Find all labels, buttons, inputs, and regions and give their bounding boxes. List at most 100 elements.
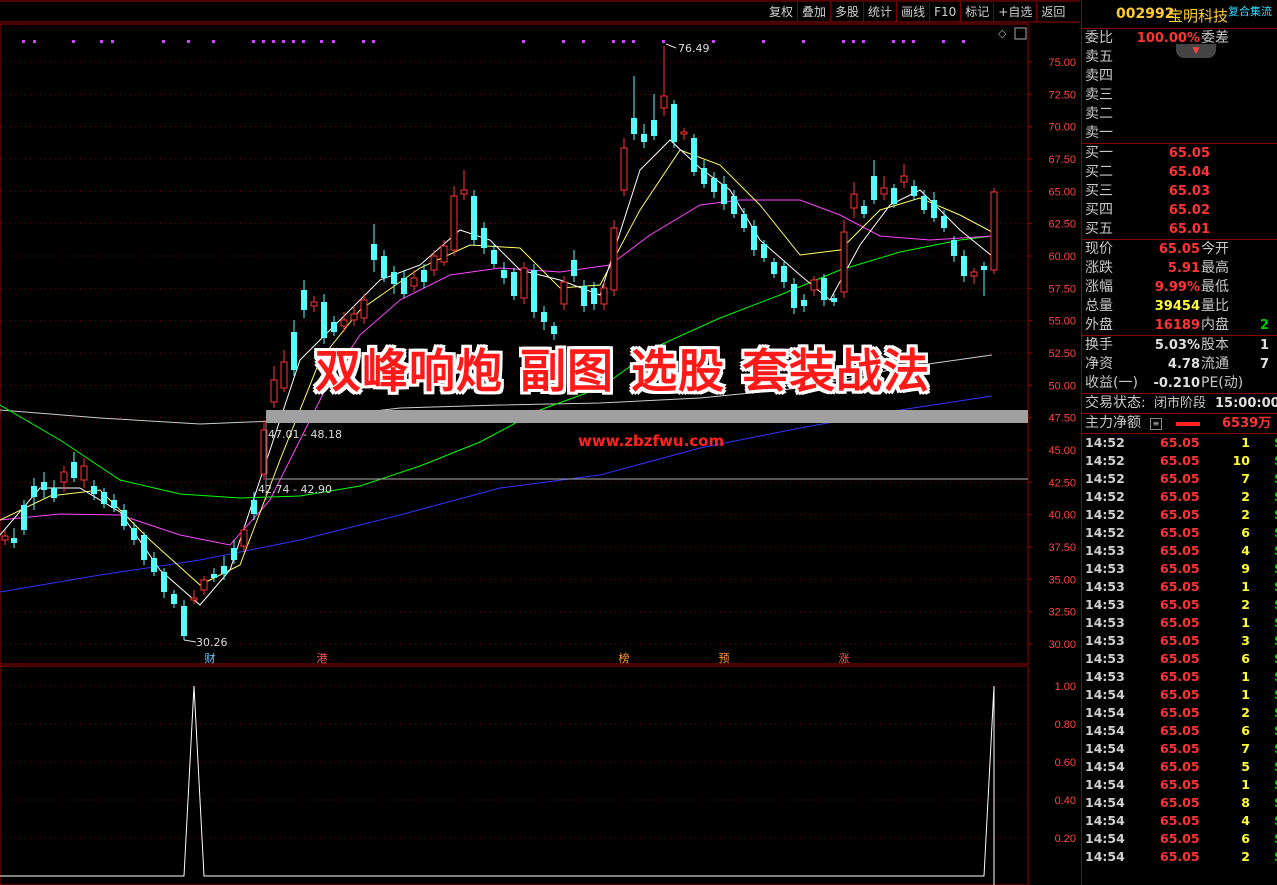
- stock-concept-tag[interactable]: 复合集流: [1228, 3, 1272, 19]
- toolbar-button-4[interactable]: 画线: [896, 2, 929, 22]
- trade-price: 65.05: [1160, 741, 1200, 756]
- buy-level-price: 65.04: [1168, 165, 1210, 180]
- toolbar-button-3[interactable]: 统计: [863, 2, 896, 22]
- sell-level-label: 卖一: [1085, 125, 1113, 141]
- collapse-arrow-button[interactable]: ▼: [1176, 44, 1216, 58]
- toolbar-button-5[interactable]: F10: [929, 2, 960, 22]
- tick-trade-row: 14:53 65.05 1 S: [1082, 614, 1277, 632]
- toolbar-button-1[interactable]: 叠加: [797, 2, 830, 22]
- candle-body-down: [511, 272, 517, 296]
- signal-dot: [111, 40, 114, 43]
- trade-volume: 1: [1241, 669, 1250, 684]
- candle-body-down: [161, 572, 167, 592]
- buy-level-label: 买一: [1085, 145, 1113, 161]
- fund-label: 净资: [1085, 356, 1113, 372]
- tick-trade-row: 14:54 65.05 2 S: [1082, 848, 1277, 866]
- trade-time: 14:54: [1085, 795, 1125, 810]
- trade-volume: 2: [1241, 597, 1250, 612]
- price-tick-label: 40.00: [1048, 510, 1076, 522]
- stock-header[interactable]: 002992 宝明科技 复合集流: [1082, 0, 1277, 29]
- tick-trade-row: 14:53 65.05 2 S: [1082, 596, 1277, 614]
- tick-trade-row: 14:52 65.05 10 S: [1082, 452, 1277, 470]
- candle-body-down: [111, 500, 117, 508]
- candle-body-up: [840, 231, 848, 293]
- candle-body-up: [460, 189, 468, 195]
- weibi-label: 委比: [1085, 30, 1113, 46]
- candle-body-up: [430, 255, 438, 271]
- price-tick-label: 62.50: [1048, 219, 1076, 231]
- quote-stats: 现价 65.05 今开 涨跌 5.91 最高 涨幅 9.99% 最低 总量 39…: [1082, 240, 1277, 336]
- trade-price: 65.05: [1160, 633, 1200, 648]
- candle-body-down: [101, 492, 107, 504]
- candle-body-down: [871, 176, 877, 200]
- tick-trade-row: 14:52 65.05 2 S: [1082, 506, 1277, 524]
- sub-chart-frame: [0, 665, 1029, 885]
- toolbar-button-2[interactable]: 多股: [830, 2, 863, 22]
- candle-body-down: [691, 138, 697, 172]
- candle-body-down: [401, 278, 407, 294]
- signal-dot: [302, 40, 305, 43]
- tick-trade-row: 14:54 65.05 4 S: [1082, 812, 1277, 830]
- zone-label-2: 42.74 - 42.90: [258, 483, 332, 496]
- main-flow-row[interactable]: 主力净额 ≡ 6539万: [1082, 414, 1277, 434]
- toolbar-button-7[interactable]: +自选: [993, 2, 1036, 22]
- toolbar-button-0[interactable]: 复权: [765, 2, 797, 22]
- sub-tick-label: 1.00: [1055, 681, 1076, 693]
- trade-volume: 2: [1241, 705, 1250, 720]
- price-tick-label: 45.00: [1048, 445, 1076, 457]
- sub-tick-label: 0.60: [1055, 757, 1076, 769]
- price-tick-label: 37.50: [1048, 542, 1076, 554]
- buy-level-price: 65.01: [1168, 222, 1210, 237]
- toolbar-button-8[interactable]: 返回: [1036, 2, 1069, 22]
- tick-trade-row: 14:53 65.05 4 S: [1082, 542, 1277, 560]
- candle-body-down: [961, 256, 967, 276]
- price-tick-label: 47.50: [1048, 413, 1076, 425]
- quote-label-2: 量比: [1201, 298, 1229, 314]
- trade-time: 14:52: [1085, 435, 1125, 450]
- buy-level-row: 买四 65.02: [1082, 201, 1277, 220]
- quote-row: 涨跌 5.91 最高: [1082, 259, 1277, 278]
- signal-dot: [622, 40, 625, 43]
- signal-dot: [162, 40, 165, 43]
- candle-body-down: [891, 188, 897, 204]
- main-flow-label: 主力净额: [1085, 415, 1141, 431]
- trade-time: 14:54: [1085, 777, 1125, 792]
- candle-body-down: [11, 538, 17, 543]
- candle-body-down: [321, 302, 327, 338]
- sell-level-label: 卖五: [1085, 49, 1113, 65]
- candle-body-up: [240, 529, 248, 547]
- trade-price: 65.05: [1160, 597, 1200, 612]
- candle-body-down: [131, 528, 137, 540]
- quote-value-2: 2: [1260, 318, 1270, 333]
- settings-icon: [1014, 27, 1027, 40]
- watermark-url: www.zbzfwu.com: [578, 432, 725, 450]
- candle-body-up: [1, 535, 9, 541]
- trade-price: 65.05: [1160, 687, 1200, 702]
- tick-trade-row: 14:54 65.05 6 S: [1082, 722, 1277, 740]
- quote-row: 外盘 16189 内盘 2: [1082, 316, 1277, 335]
- price-tick-label: 57.50: [1048, 283, 1076, 295]
- price-tick-label: 70.00: [1048, 122, 1076, 134]
- tick-trade-row: 14:54 65.05 2 S: [1082, 704, 1277, 722]
- candle-body-up: [190, 597, 198, 601]
- buy-level-row: 买五 65.01: [1082, 220, 1277, 239]
- signal-dot: [912, 40, 915, 43]
- tick-trades-list[interactable]: 14:52 65.05 1 S14:52 65.05 10 S14:52 65.…: [1082, 434, 1277, 866]
- signal-dot: [902, 40, 905, 43]
- candle-body-down: [781, 266, 787, 282]
- candle-body-up: [440, 245, 448, 263]
- toolbar-button-6[interactable]: 标记: [960, 2, 993, 22]
- trade-volume: 8: [1241, 795, 1250, 810]
- sell-level-label: 卖三: [1085, 87, 1113, 103]
- candle-body-down: [41, 482, 47, 490]
- quote-label: 现价: [1085, 241, 1113, 257]
- buy-book: 买一 65.05 买二 65.04 买三 65.03 买四 65.02 买五 65.01: [1082, 144, 1277, 240]
- signal-dot: [892, 40, 895, 43]
- trade-time: 14:52: [1085, 525, 1125, 540]
- kline-chart-area[interactable]: 75.00 72.50 70.00 67.50 65.00 62.50 60.00 57.50…: [0, 0, 1080, 885]
- trade-volume: 9: [1241, 561, 1250, 576]
- fundamentals: 换手 5.03% 股本 1 净资 4.78 流通 7 收益(一) -0.210 PE…: [1082, 336, 1277, 394]
- candle-body-down: [51, 488, 57, 498]
- signal-dot: [712, 40, 715, 43]
- high-price-label: 76.49: [678, 42, 710, 55]
